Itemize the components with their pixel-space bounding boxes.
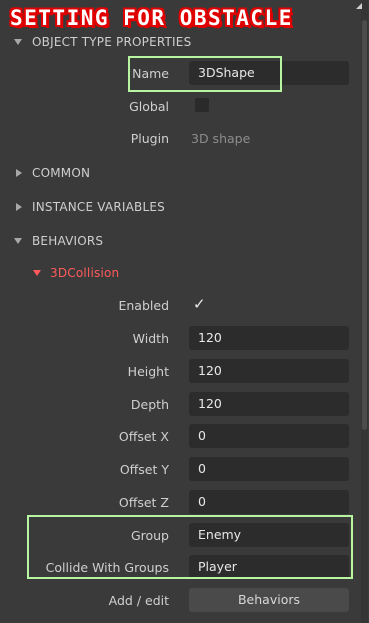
depth-input[interactable]: 120 [189,392,349,416]
highlight-group-box [27,515,353,579]
enabled-label: Enabled [118,298,169,313]
behaviors-button[interactable]: Behaviors [189,588,349,612]
section-behaviors-title: BEHAVIORS [32,234,104,248]
offset-x-input[interactable]: 0 [189,424,349,448]
banner-title: SETTING FOR OBSTACLE [10,6,293,30]
scrollbar-thumb[interactable] [362,20,367,430]
section-instance-variables[interactable]: INSTANCE VARIABLES [0,192,360,222]
behavior-3dcollision-title: 3DCollision [50,266,120,280]
collapse-arrow-icon [14,39,22,45]
expand-arrow-icon [16,169,22,177]
global-label: Global [129,99,169,114]
enabled-checkbox[interactable]: ✓ [193,296,209,312]
offset-z-input[interactable]: 0 [189,490,349,514]
offset-x-label: Offset X [118,429,169,444]
section-object-type-title: OBJECT TYPE PROPERTIES [32,35,192,49]
global-checkbox[interactable] [195,98,209,112]
width-label: Width [132,331,169,346]
plugin-value: 3D shape [191,131,251,146]
highlight-name-box [128,56,282,92]
collapse-arrow-icon [14,238,22,244]
section-common[interactable]: COMMON [0,158,360,188]
height-input[interactable]: 120 [189,359,349,383]
offset-y-input[interactable]: 0 [189,457,349,481]
offset-y-label: Offset Y [119,462,169,477]
plugin-label: Plugin [130,131,169,146]
section-behaviors[interactable]: BEHAVIORS [0,226,360,256]
height-label: Height [127,364,169,379]
banner: SETTING FOR OBSTACLE [0,0,369,36]
corner-resize-icon [356,3,362,9]
offset-z-label: Offset Z [118,495,169,510]
expand-arrow-icon [16,203,22,211]
section-common-title: COMMON [32,166,91,180]
width-input[interactable]: 120 [189,326,349,350]
section-instance-variables-title: INSTANCE VARIABLES [32,200,165,214]
behavior-3dcollision-header[interactable]: 3DCollision [0,258,360,288]
add-edit-label: Add / edit [108,593,169,608]
depth-label: Depth [130,397,169,412]
collapse-arrow-icon [33,270,41,276]
